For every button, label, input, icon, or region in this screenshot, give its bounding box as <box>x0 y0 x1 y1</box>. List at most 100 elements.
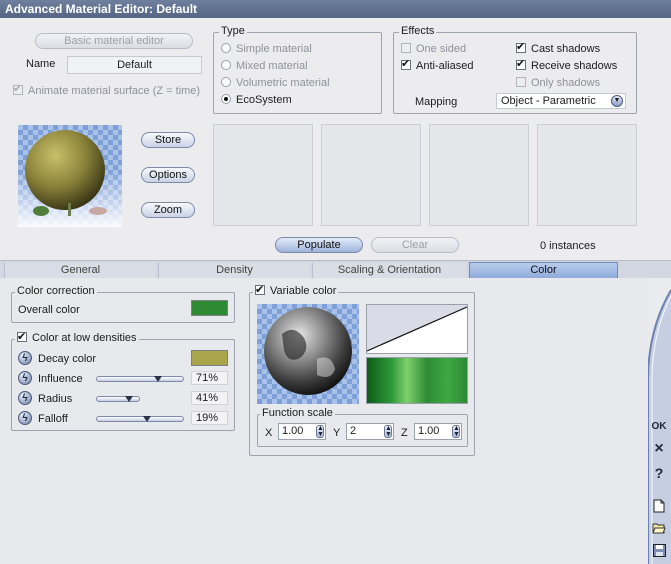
ecosystem-slot-4[interactable] <box>537 124 637 226</box>
function-scale-group: Function scale X 1.00 ▲ ▼ Y 2 ▲ ▼ Z 1.00 ▲ ▼ <box>257 407 468 447</box>
x-stepper-icon[interactable]: ▲ ▼ <box>316 425 324 438</box>
ecosystem-slot-2[interactable] <box>321 124 421 226</box>
decay-color-swatch[interactable] <box>191 350 228 366</box>
x-scale-value: 1.00 <box>282 425 304 437</box>
tab-density[interactable]: Density <box>158 263 310 279</box>
instances-count: 0 instances <box>540 240 596 252</box>
radius-slider[interactable] <box>96 396 140 402</box>
animate-surface-check <box>13 83 23 95</box>
name-field[interactable]: Default <box>67 56 202 74</box>
tab-color[interactable]: Color <box>469 262 618 279</box>
anti-aliased-checkbox[interactable]: Anti-aliased <box>401 58 474 72</box>
y-stepper-icon[interactable]: ▲ ▼ <box>384 425 392 438</box>
variable-color-group: Variable color <box>249 283 475 456</box>
ok-button[interactable]: OK <box>649 417 669 437</box>
color-correction-title: Color correction <box>15 285 97 297</box>
low-density-check <box>17 330 27 343</box>
tab-general[interactable]: General <box>4 263 156 279</box>
animate-surface-checkbox[interactable]: Animate material surface (Z = time) <box>13 83 200 97</box>
color-gradient-bar[interactable] <box>366 357 468 404</box>
receive-shadows-checkbox[interactable]: Receive shadows <box>516 58 618 72</box>
type-option-volumetric[interactable]: Volumetric material <box>221 77 330 89</box>
receive-shadows-label: Receive shadows <box>531 60 618 72</box>
falloff-lightning-icon[interactable]: ϟ <box>18 411 32 425</box>
low-density-title-row[interactable]: Color at low densities <box>15 330 139 344</box>
mapping-label: Mapping <box>415 96 458 108</box>
type-option-ecosystem-label: EcoSystem <box>236 94 292 106</box>
variable-color-title: Variable color <box>270 285 337 297</box>
zoom-button[interactable]: Zoom <box>141 202 195 218</box>
mapping-select[interactable]: Object - Parametric ▼ <box>496 93 626 109</box>
material-preview <box>18 125 122 227</box>
receive-shadows-check <box>516 58 526 70</box>
variable-color-preview-image <box>257 304 359 404</box>
y-scale-field[interactable]: 2 ▲ ▼ <box>346 423 394 440</box>
variable-color-check <box>255 283 265 296</box>
options-button[interactable]: Options <box>141 167 195 183</box>
basic-material-editor-button[interactable]: Basic material editor <box>35 33 193 49</box>
type-option-mixed-label: Mixed material <box>236 60 308 72</box>
decay-lightning-icon[interactable]: ϟ <box>18 351 32 365</box>
x-scale-field[interactable]: 1.00 ▲ ▼ <box>278 423 326 440</box>
effects-group: Effects One sided Anti-aliased Cast shad… <box>393 25 637 114</box>
open-folder-icon[interactable] <box>649 518 669 538</box>
falloff-slider[interactable] <box>96 416 184 422</box>
cast-shadows-checkbox[interactable]: Cast shadows <box>516 41 601 55</box>
radius-value[interactable]: 41% <box>191 391 228 405</box>
color-map-curve[interactable] <box>366 304 468 354</box>
material-preview-image <box>18 125 122 227</box>
only-shadows-check <box>516 77 526 87</box>
populate-button[interactable]: Populate <box>275 237 363 253</box>
type-option-simple[interactable]: Simple material <box>221 43 312 55</box>
influence-lightning-icon[interactable]: ϟ <box>18 371 32 385</box>
radio-ecosystem <box>221 94 231 104</box>
radio-volumetric <box>221 77 231 87</box>
falloff-slider-knob[interactable] <box>143 416 151 422</box>
close-icon[interactable]: × <box>649 439 669 459</box>
help-icon[interactable]: ? <box>649 463 669 483</box>
type-option-volumetric-label: Volumetric material <box>236 77 330 89</box>
cast-shadows-label: Cast shadows <box>531 43 601 55</box>
new-document-icon[interactable] <box>649 496 669 516</box>
type-group: Type Simple material Mixed material Volu… <box>213 25 382 114</box>
clear-button[interactable]: Clear <box>371 237 459 253</box>
influence-slider[interactable] <box>96 376 184 382</box>
only-shadows-label: Only shadows <box>531 77 601 89</box>
z-scale-field[interactable]: 1.00 ▲ ▼ <box>414 423 462 440</box>
chevron-down-icon[interactable]: ▼ <box>611 95 623 107</box>
z-stepper-icon[interactable]: ▲ ▼ <box>452 425 460 438</box>
effects-group-title: Effects <box>399 25 437 37</box>
low-density-title: Color at low densities <box>32 332 137 344</box>
variable-color-title-row[interactable]: Variable color <box>253 283 339 297</box>
z-scale-value: 1.00 <box>418 425 440 437</box>
x-label: X <box>265 427 273 439</box>
save-icon[interactable] <box>649 541 669 561</box>
only-shadows-checkbox[interactable]: Only shadows <box>516 77 600 89</box>
radius-slider-knob[interactable] <box>125 396 133 402</box>
type-option-mixed[interactable]: Mixed material <box>221 60 308 72</box>
function-scale-title: Function scale <box>260 407 335 419</box>
color-correction-group: Color correction Overall color <box>11 285 235 323</box>
type-option-ecosystem[interactable]: EcoSystem <box>221 94 292 106</box>
radius-lightning-icon[interactable]: ϟ <box>18 391 32 405</box>
decay-color-label: Decay color <box>38 353 97 365</box>
low-density-group: Color at low densities ϟ Decay color ϟ I… <box>11 330 235 431</box>
window-title: Advanced Material Editor: Default <box>0 0 671 18</box>
color-tab-panel: Color correction Overall color Color at … <box>0 278 648 564</box>
ecosystem-slot-1[interactable] <box>213 124 313 226</box>
influence-label: Influence <box>38 373 83 385</box>
one-sided-checkbox[interactable]: One sided <box>401 43 466 55</box>
type-option-simple-label: Simple material <box>236 43 312 55</box>
anti-aliased-label: Anti-aliased <box>416 60 474 72</box>
radius-label: Radius <box>38 393 73 405</box>
influence-slider-knob[interactable] <box>154 376 162 382</box>
y-scale-value: 2 <box>350 425 357 437</box>
y-label: Y <box>333 427 341 439</box>
store-button[interactable]: Store <box>141 132 195 148</box>
overall-color-swatch[interactable] <box>191 300 228 316</box>
falloff-value[interactable]: 19% <box>191 411 228 425</box>
tab-scaling-orientation[interactable]: Scaling & Orientation <box>312 263 466 279</box>
ecosystem-slot-3[interactable] <box>429 124 529 226</box>
influence-value[interactable]: 71% <box>191 371 228 385</box>
name-label: Name <box>26 58 56 70</box>
